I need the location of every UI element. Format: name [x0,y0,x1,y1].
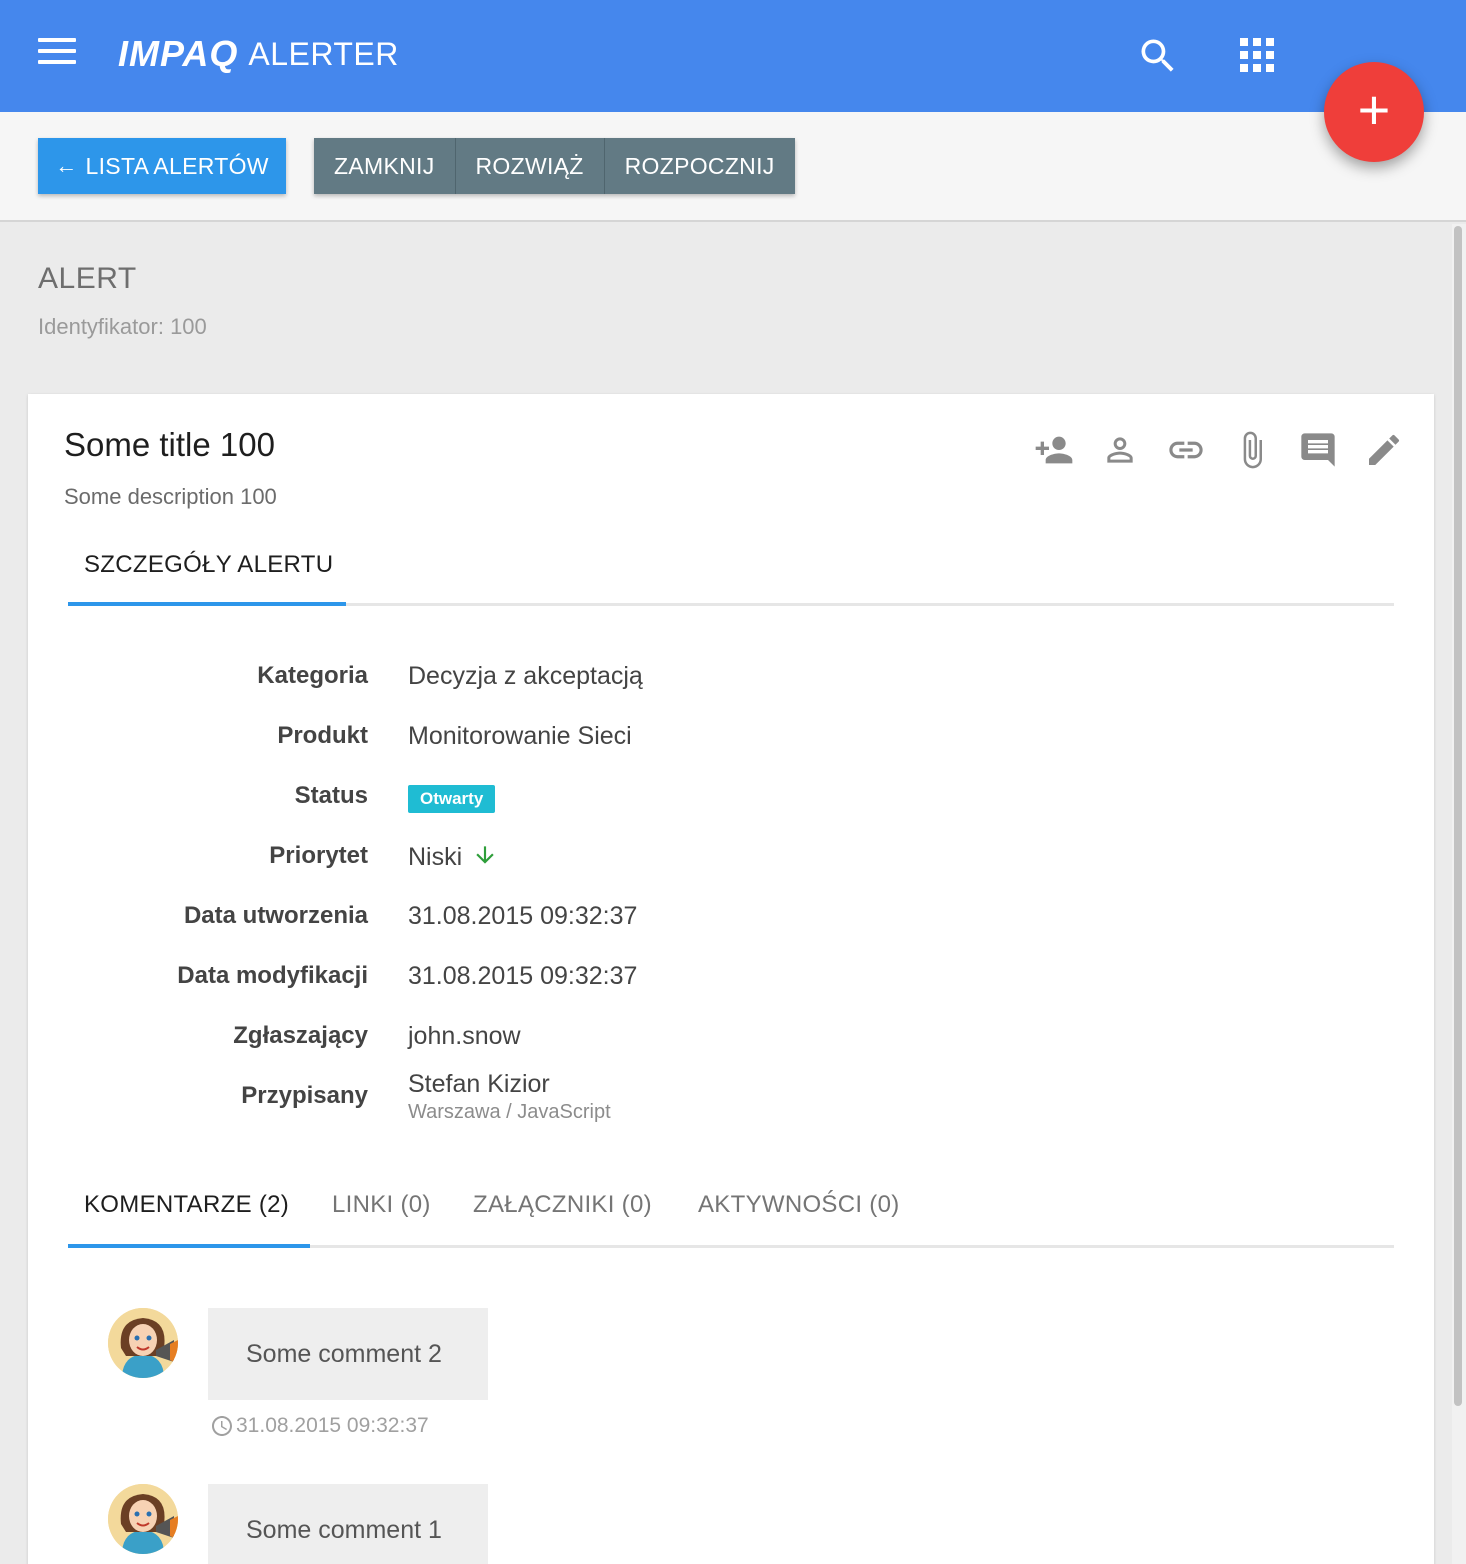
detail-label: Produkt [277,722,368,749]
back-to-list-label: LISTA ALERTÓW [85,152,269,179]
detail-row-priority: Priorytet Niski [68,842,768,882]
detail-value: Monitorowanie Sieci [408,722,632,750]
alert-description: Some description 100 [64,484,277,509]
alert-actions-group: ZAMKNIJ ROZWIĄŻ ROZPOCZNIJ [314,138,795,194]
comment-bubble: Some comment 2 [208,1308,488,1400]
detail-label: Przypisany [241,1082,368,1109]
scrollbar-thumb[interactable] [1454,226,1462,1406]
status-badge: Otwarty [408,785,496,813]
detail-value: 31.08.2015 09:32:37 [408,902,638,930]
comment-bubble: Some comment 1 [208,1484,488,1564]
page-title: ALERT [38,262,137,295]
detail-row-assignee: Przypisany Stefan Kizior Warszawa / Java… [68,1070,768,1123]
person-icon[interactable] [1100,430,1140,470]
detail-value: Otwarty [408,782,496,813]
card-actions [1034,430,1404,470]
search-icon[interactable] [1136,34,1180,78]
link-icon[interactable] [1166,430,1206,470]
detail-row-category: Kategoria Decyzja z akceptacją [68,662,768,702]
tab-activities[interactable]: AKTYWNOŚCI (0) [698,1184,900,1248]
brand-logo: IMPAQ [118,33,239,74]
assignee-location: Warszawa / JavaScript [408,1101,611,1123]
detail-row-created: Data utworzenia 31.08.2015 09:32:37 [68,902,768,942]
avatar[interactable] [108,1308,178,1378]
toolbar: ← LISTA ALERTÓW ZAMKNIJ ROZWIĄŻ ROZPOCZN… [0,112,1466,222]
brand-name: ALERTER [248,35,399,72]
detail-label: Priorytet [269,842,368,869]
comment-icon[interactable] [1298,430,1338,470]
edit-pencil-icon[interactable] [1364,430,1404,470]
resolve-alert-button[interactable]: ROZWIĄŻ [455,138,605,194]
activity-tab-bar: KOMENTARZE (2) LINKI (0) ZAŁĄCZNIKI (0) … [68,1184,1394,1248]
tab-comments[interactable]: KOMENTARZE (2) [84,1184,289,1248]
clock-icon [212,1416,232,1436]
close-alert-button[interactable]: ZAMKNIJ [314,138,456,194]
start-alert-button[interactable]: ROZPOCZNIJ [604,138,795,194]
attachment-icon[interactable] [1232,430,1272,470]
detail-value: Decyzja z akceptacją [408,662,643,690]
app-bar: IMPAQ ALERTER [0,0,1466,112]
tab-alert-details[interactable]: SZCZEGÓŁY ALERTU [68,544,349,606]
arrow-down-icon [472,842,498,875]
add-person-icon[interactable] [1034,430,1074,470]
alert-title: Some title 100 [64,426,275,463]
detail-row-product: Produkt Monitorowanie Sieci [68,722,768,762]
add-alert-fab[interactable]: + [1324,62,1424,162]
avatar[interactable] [108,1484,178,1554]
detail-row-reporter: Zgłaszający john.snow [68,1022,768,1062]
detail-value: john.snow [408,1022,521,1050]
tab-attachments[interactable]: ZAŁĄCZNIKI (0) [473,1184,652,1248]
page-scrollbar[interactable] [1452,224,1466,1564]
apps-grid-icon[interactable] [1238,36,1274,72]
tab-indicator [68,602,346,606]
detail-value: 31.08.2015 09:32:37 [408,962,638,990]
back-to-list-button[interactable]: ← LISTA ALERTÓW [38,138,286,194]
tab-indicator [68,1244,310,1248]
detail-label: Zgłaszający [233,1022,368,1049]
detail-value: Niski [408,842,498,875]
detail-value: Stefan Kizior Warszawa / JavaScript [408,1070,611,1124]
details-tab-bar: SZCZEGÓŁY ALERTU [68,544,1394,606]
arrow-left-icon: ← [55,153,78,178]
comment-timestamp-text: 31.08.2015 09:32:37 [236,1414,429,1437]
comment-timestamp: 31.08.2015 09:32:37 [210,1414,429,1438]
detail-label: Data utworzenia [183,902,368,929]
tab-links[interactable]: LINKI (0) [332,1184,431,1248]
detail-label: Status [294,782,368,809]
detail-label: Data modyfikacji [177,962,368,989]
assignee-name: Stefan Kizior [408,1070,550,1098]
hamburger-menu-icon[interactable] [38,38,76,68]
brand[interactable]: IMPAQ ALERTER [118,30,399,78]
detail-row-status: Status Otwarty [68,782,768,822]
priority-value: Niski [408,843,463,872]
detail-label: Kategoria [257,662,368,689]
detail-row-modified: Data modyfikacji 31.08.2015 09:32:37 [68,962,768,1002]
alert-card: Some title 100 Some description 100 SZCZ… [28,394,1434,1564]
alert-identifier: Identyfikator: 100 [38,314,207,339]
